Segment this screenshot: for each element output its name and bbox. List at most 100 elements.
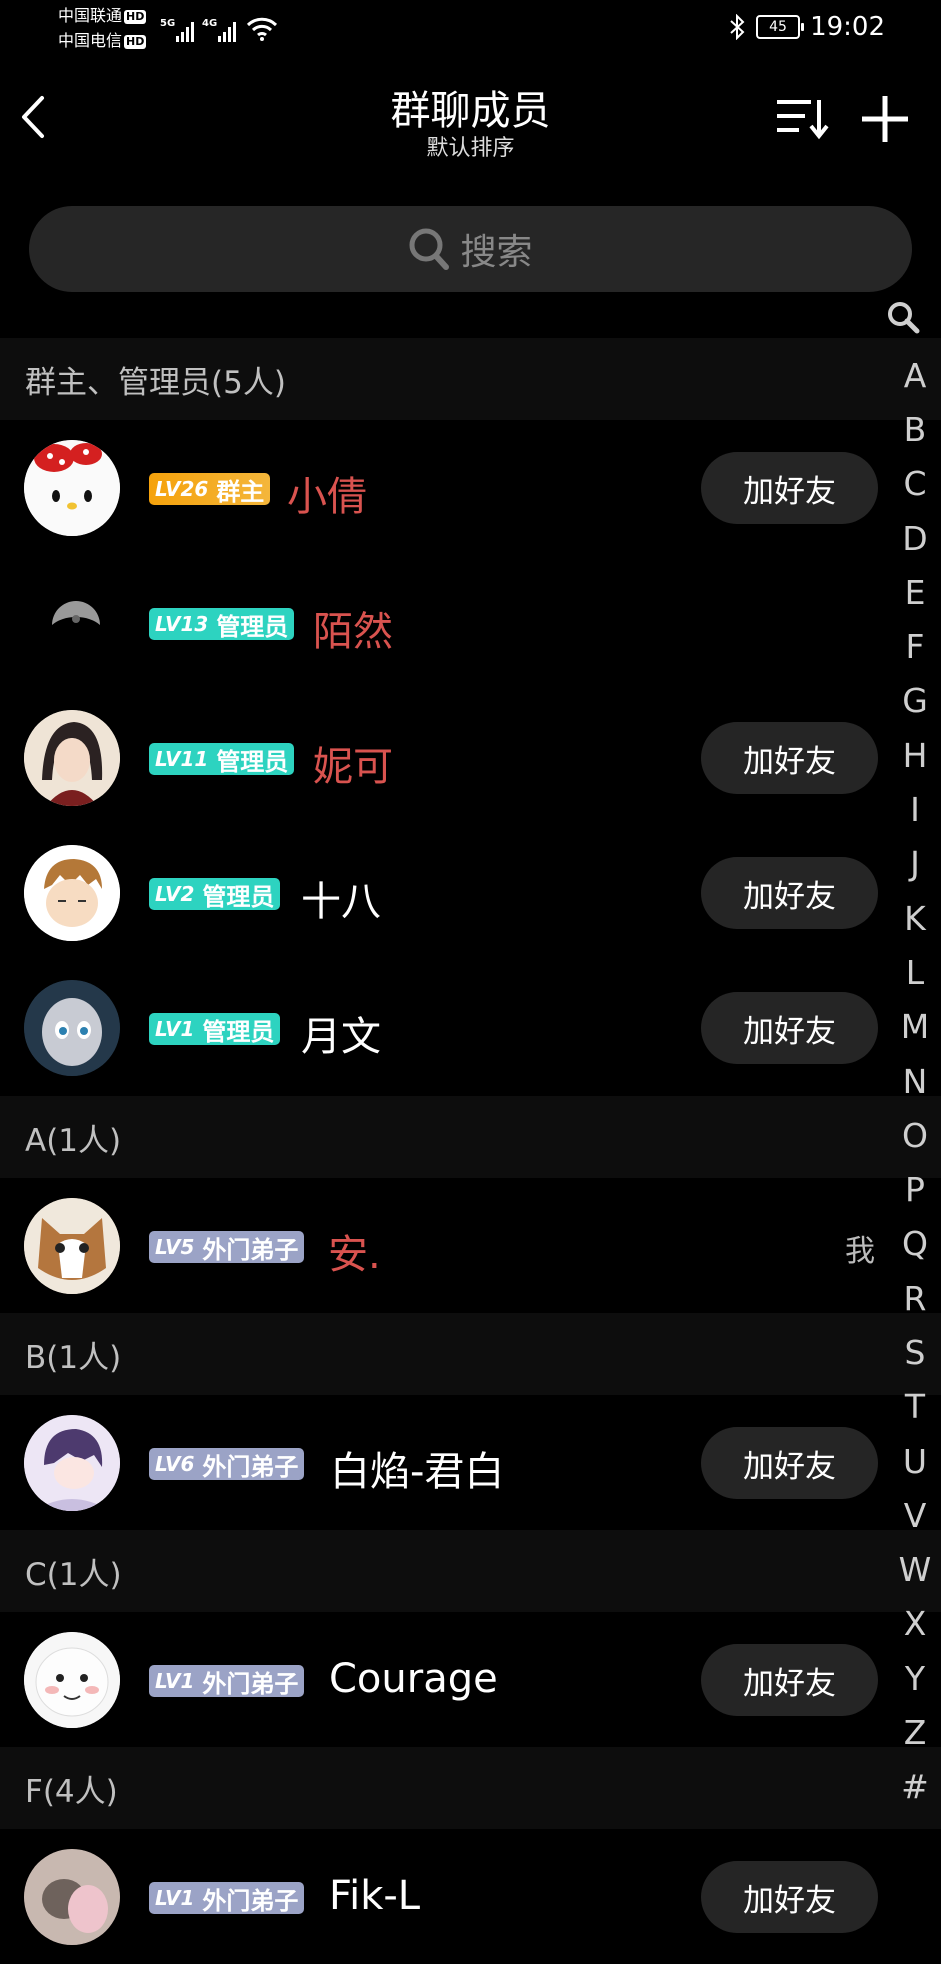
- list-item[interactable]: LV13 管理员 陌然: [0, 555, 941, 690]
- member-name: 安.: [328, 1232, 381, 1278]
- index-letter-w[interactable]: W: [889, 1543, 941, 1597]
- index-letter-x[interactable]: X: [889, 1597, 941, 1651]
- avatar: [24, 440, 120, 536]
- level-label: LV13: [155, 612, 209, 636]
- level-label: LV6: [155, 1452, 195, 1476]
- level-label: LV11: [155, 747, 209, 771]
- index-letter-r[interactable]: R: [889, 1271, 941, 1325]
- index-search-icon[interactable]: [886, 300, 920, 334]
- list-item[interactable]: LV1 外门弟子 Fik-L 加好友: [0, 1829, 941, 1964]
- avatar-image: [24, 1632, 120, 1728]
- member-name: 白焰-君白: [330, 1449, 505, 1495]
- avatar: [24, 980, 120, 1076]
- hd-badge: HD: [124, 34, 147, 49]
- add-friend-button[interactable]: 加好友: [701, 452, 878, 524]
- section-header-f: F(4人): [0, 1747, 941, 1829]
- index-letter-u[interactable]: U: [889, 1434, 941, 1488]
- index-letter-s[interactable]: S: [889, 1325, 941, 1379]
- index-letter-d[interactable]: D: [889, 511, 941, 565]
- index-letter-l[interactable]: L: [889, 945, 941, 999]
- index-letter-g[interactable]: G: [889, 674, 941, 728]
- index-letter-p[interactable]: P: [889, 1162, 941, 1216]
- member-name: 十八: [301, 879, 381, 925]
- search-icon: [409, 228, 450, 270]
- add-friend-button[interactable]: 加好友: [701, 1644, 878, 1716]
- level-label: LV1: [155, 1886, 195, 1910]
- net-5g-label: 5G: [160, 18, 176, 29]
- index-letter-t[interactable]: T: [889, 1380, 941, 1434]
- list-item[interactable]: LV26 群主 小倩 加好友: [0, 420, 941, 555]
- index-letter-z[interactable]: Z: [889, 1705, 941, 1759]
- avatar-image: [24, 710, 120, 806]
- role-label: 外门弟子: [202, 1235, 299, 1264]
- bluetooth-icon: [730, 14, 745, 40]
- level-badge: LV26 群主: [149, 473, 271, 506]
- avatar: [24, 1415, 120, 1511]
- role-label: 管理员: [216, 612, 289, 641]
- sort-icon[interactable]: [775, 96, 829, 140]
- member-name: 月文: [301, 1014, 381, 1060]
- add-friend-button[interactable]: 加好友: [701, 1427, 878, 1499]
- avatar: [24, 1849, 120, 1945]
- add-friend-button[interactable]: 加好友: [701, 722, 878, 794]
- avatar-image: [24, 440, 120, 536]
- level-badge: LV11 管理员: [149, 743, 295, 776]
- role-label: 外门弟子: [202, 1452, 299, 1481]
- index-letter-hash[interactable]: #: [889, 1760, 941, 1814]
- member-name: 陌然: [313, 609, 393, 655]
- avatar-image: [24, 575, 120, 671]
- carrier-1: 中国联通 HD: [58, 4, 147, 28]
- section-admins-label: 群主、管理员(5人): [25, 364, 286, 401]
- index-letter-f[interactable]: F: [889, 619, 941, 673]
- index-letter-a[interactable]: A: [889, 348, 941, 402]
- index-letter-j[interactable]: J: [889, 837, 941, 891]
- avatar-image: [24, 1415, 120, 1511]
- index-letter-c[interactable]: C: [889, 457, 941, 511]
- index-letter-k[interactable]: K: [889, 891, 941, 945]
- index-letter-o[interactable]: O: [889, 1108, 941, 1162]
- section-c-label: C(1人): [25, 1556, 122, 1593]
- level-badge: LV1 外门弟子: [149, 1882, 305, 1915]
- index-letter-b[interactable]: B: [889, 402, 941, 456]
- role-label: 管理员: [202, 882, 275, 911]
- add-friend-button[interactable]: 加好友: [701, 1861, 878, 1933]
- list-item[interactable]: LV6 外门弟子 白焰-君白 加好友: [0, 1395, 941, 1530]
- list-item[interactable]: LV11 管理员 妮可 加好友: [0, 690, 941, 825]
- index-letter-h[interactable]: H: [889, 728, 941, 782]
- list-item[interactable]: LV2 管理员 十八 加好友: [0, 825, 941, 960]
- signal-icons: 5G 4G: [160, 14, 278, 42]
- list-item[interactable]: LV5 外门弟子 安. 我: [0, 1178, 941, 1313]
- alphabet-index[interactable]: A B C D E F G H I J K L M N O P Q R S T U V W X Y Z #: [889, 348, 941, 1814]
- role-label: 管理员: [216, 747, 289, 776]
- level-badge: LV5 外门弟子: [149, 1231, 305, 1264]
- list-item[interactable]: LV1 管理员 月文 加好友: [0, 960, 941, 1095]
- avatar: [24, 575, 120, 671]
- search-input[interactable]: 搜索: [29, 206, 912, 292]
- index-letter-i[interactable]: I: [889, 782, 941, 836]
- avatar-image: [24, 845, 120, 941]
- signal-4g-icon: 4G: [202, 18, 236, 42]
- avatar: [24, 1632, 120, 1728]
- battery-icon: 45: [756, 15, 805, 39]
- add-icon[interactable]: [860, 94, 910, 144]
- clock: 19:02: [810, 12, 885, 42]
- index-letter-n[interactable]: N: [889, 1054, 941, 1108]
- level-label: LV2: [155, 882, 195, 906]
- carrier-2-label: 中国电信: [58, 31, 123, 50]
- role-label: 群主: [216, 477, 265, 506]
- level-badge: LV1 外门弟子: [149, 1665, 305, 1698]
- add-friend-button[interactable]: 加好友: [701, 992, 878, 1064]
- role-label: 外门弟子: [202, 1886, 299, 1915]
- section-header-c: C(1人): [0, 1530, 941, 1612]
- level-label: LV26: [155, 477, 209, 501]
- list-item[interactable]: LV1 外门弟子 Courage 加好友: [0, 1612, 941, 1747]
- index-letter-e[interactable]: E: [889, 565, 941, 619]
- role-label: 外门弟子: [202, 1669, 299, 1698]
- index-letter-y[interactable]: Y: [889, 1651, 941, 1705]
- level-label: LV1: [155, 1669, 195, 1693]
- section-b-label: B(1人): [25, 1339, 122, 1376]
- index-letter-m[interactable]: M: [889, 1000, 941, 1054]
- add-friend-button[interactable]: 加好友: [701, 857, 878, 929]
- index-letter-v[interactable]: V: [889, 1488, 941, 1542]
- index-letter-q[interactable]: Q: [889, 1217, 941, 1271]
